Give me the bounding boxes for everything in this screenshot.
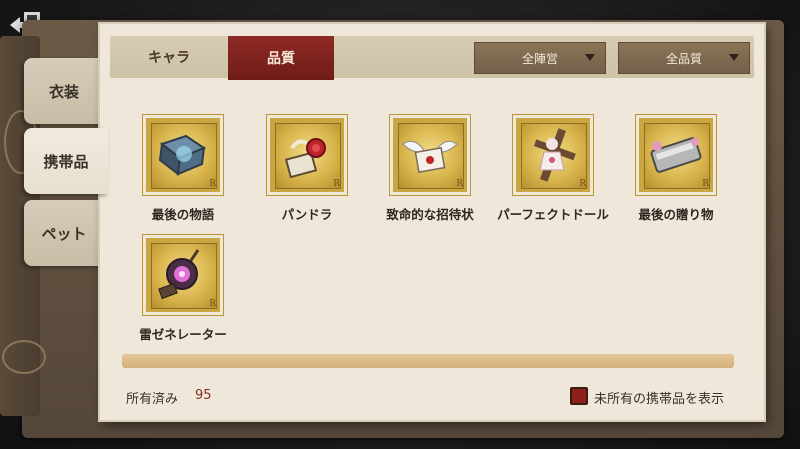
stamp-mark: R: [579, 179, 586, 189]
collection-panel: キャラ 品質 全陣営 全品質 R 最後の物語 R パンドラ R 致命的な招待状 …: [100, 24, 764, 420]
item-stamp: R: [146, 238, 220, 312]
show-unowned-checkbox[interactable]: [570, 387, 588, 405]
item-card[interactable]: R 致命的な招待状: [375, 118, 485, 228]
side-tab-label: ペット: [41, 224, 87, 243]
item-card[interactable]: R 雷ゼネレーター: [128, 238, 238, 348]
faction-dropdown[interactable]: 全陣営: [474, 42, 606, 74]
side-tab-costume[interactable]: 衣装: [24, 58, 104, 124]
side-tab-pet[interactable]: ペット: [24, 200, 104, 266]
item-name: 最後の贈り物: [638, 207, 714, 222]
item-stamp: R: [639, 118, 713, 192]
scrollbar[interactable]: [122, 354, 734, 368]
stamp-mark: R: [702, 179, 709, 189]
item-stamp: R: [516, 118, 590, 192]
show-unowned-label[interactable]: 未所有の携帯品を表示: [594, 388, 724, 407]
side-tab-label: 携帯品: [43, 152, 89, 171]
item-card[interactable]: R 最後の物語: [128, 118, 238, 228]
stamp-mark: R: [209, 299, 216, 309]
item-card[interactable]: R パンドラ: [252, 118, 362, 228]
tab-quality[interactable]: 品質: [228, 36, 334, 80]
item-stamp: R: [270, 118, 344, 192]
item-stamp: R: [393, 118, 467, 192]
item-card[interactable]: R 最後の贈り物: [621, 118, 731, 228]
owned-count: 95: [195, 388, 212, 403]
faction-dropdown-value: 全陣営: [521, 51, 558, 66]
item-stamp: R: [146, 118, 220, 192]
tab-character[interactable]: キャラ: [110, 36, 228, 78]
dropdown-arrow-icon: [729, 54, 739, 61]
filter-bar: キャラ 品質 全陣営 全品質: [110, 36, 754, 80]
footer-bar: 所有済み 95 未所有の携帯品を表示: [100, 374, 764, 420]
quality-dropdown-value: 全品質: [665, 51, 702, 66]
owned-label: 所有済み: [126, 392, 179, 407]
side-tab-accessory[interactable]: 携帯品: [24, 128, 108, 194]
tab-label: キャラ: [148, 50, 190, 66]
item-name: 雷ゼネレーター: [139, 327, 227, 342]
dropdown-arrow-icon: [585, 54, 595, 61]
string-decoration: [2, 340, 46, 374]
quality-dropdown[interactable]: 全品質: [618, 42, 750, 74]
stamp-mark: R: [209, 179, 216, 189]
tab-label: 品質: [267, 51, 295, 67]
stamp-mark: R: [456, 179, 463, 189]
side-tab-label: 衣装: [48, 82, 79, 101]
stamp-mark: R: [333, 179, 340, 189]
item-card[interactable]: R パーフェクトドール: [497, 118, 609, 228]
